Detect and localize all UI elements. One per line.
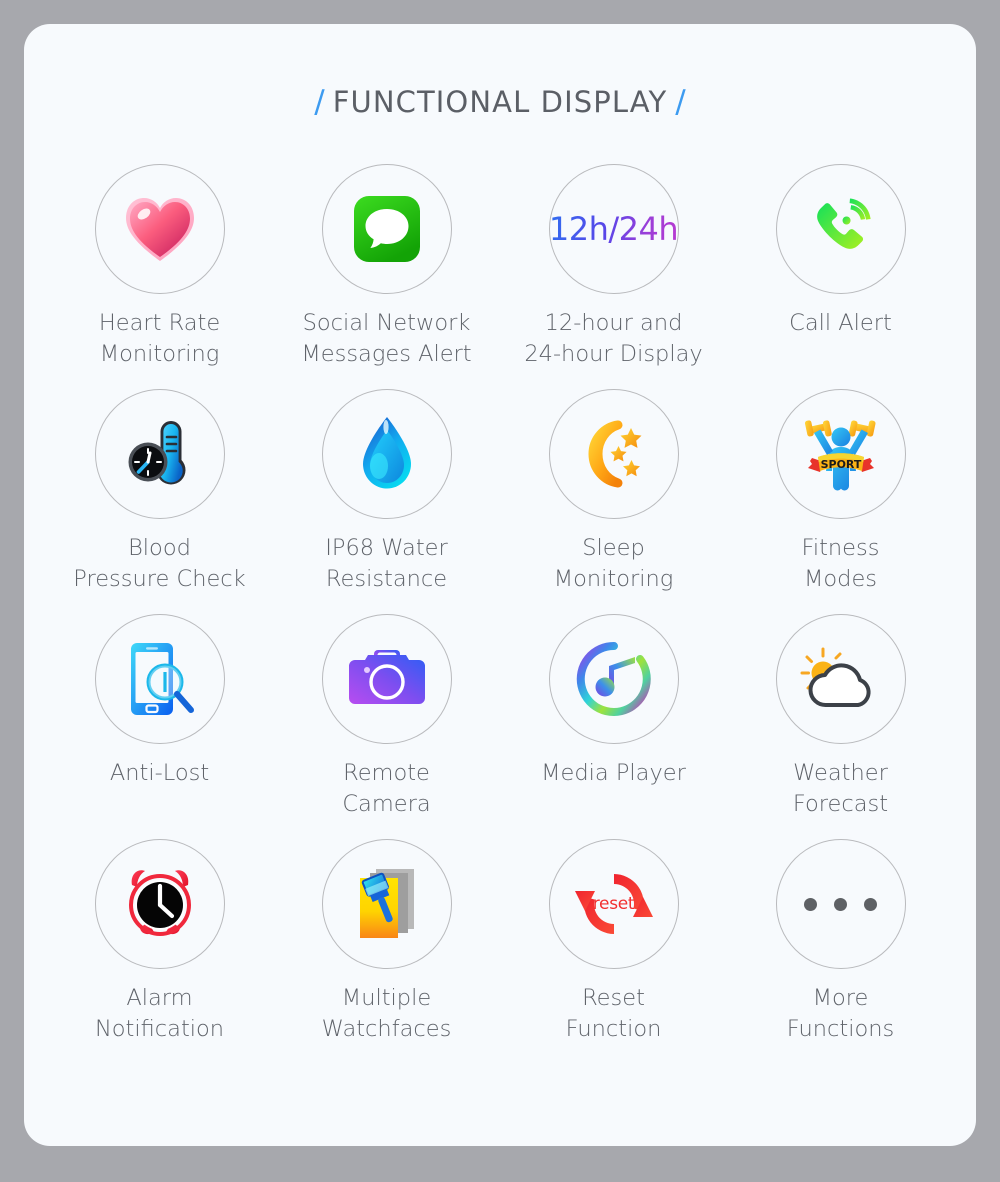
- feature-grid: Heart Rate Monitoring Social Network Mes…: [46, 164, 954, 1064]
- feature-item-call-alert[interactable]: Call Alert: [727, 164, 954, 389]
- icon-circle: [321, 839, 452, 969]
- title-slash-left: /: [314, 84, 325, 120]
- feature-item-water-resistance[interactable]: IP68 Water Resistance: [273, 389, 500, 614]
- feature-label: Remote Camera: [342, 760, 431, 818]
- feature-label: Heart Rate Monitoring: [98, 310, 221, 368]
- feature-item-blood-pressure[interactable]: Blood Pressure Check: [46, 389, 273, 614]
- feature-label: Fitness Modes: [801, 535, 880, 593]
- sport-athlete-icon: SPORT: [804, 420, 876, 491]
- ellipsis-icon: [804, 897, 877, 911]
- feature-item-sleep-monitoring[interactable]: Sleep Monitoring: [500, 389, 727, 614]
- feature-label: Blood Pressure Check: [73, 535, 246, 593]
- feature-card: / FUNCTIONAL DISPLAY / Heart Rate Monito…: [24, 24, 976, 1146]
- icon-circle: [775, 164, 906, 294]
- feature-item-more-functions[interactable]: More Functions: [727, 839, 954, 1064]
- feature-item-anti-lost[interactable]: Anti-Lost: [46, 614, 273, 839]
- thermometer-gauge-icon: [128, 421, 185, 485]
- feature-label: Anti-Lost: [109, 760, 210, 786]
- page-title: / FUNCTIONAL DISPLAY /: [24, 84, 976, 120]
- ellipsis-dot: [804, 897, 817, 911]
- feature-label: 12-hour and 24-hour Display: [524, 310, 703, 368]
- feature-item-social-messages[interactable]: Social Network Messages Alert: [273, 164, 500, 389]
- page-title-text: FUNCTIONAL DISPLAY: [332, 85, 668, 119]
- icon-circle: [94, 389, 225, 519]
- icon-circle: [94, 839, 225, 969]
- phone-magnifier-icon: [130, 643, 194, 715]
- icon-circle: 12h/24h: [548, 164, 679, 294]
- icon-circle: SPORT: [775, 389, 906, 519]
- feature-item-heart-rate[interactable]: Heart Rate Monitoring: [46, 164, 273, 389]
- alarm-clock-icon: [128, 870, 191, 936]
- water-drop-icon: [362, 417, 411, 489]
- feature-label: Sleep Monitoring: [553, 535, 674, 593]
- icon-circle: [775, 839, 906, 969]
- feature-label: More Functions: [786, 985, 895, 1043]
- feature-label: Social Network Messages Alert: [301, 310, 472, 368]
- camera-icon: [348, 650, 425, 704]
- feature-label: Weather Forecast: [792, 760, 889, 818]
- feature-item-weather-forecast[interactable]: Weather Forecast: [727, 614, 954, 839]
- icon-circle: [321, 614, 452, 744]
- reset-label: reset: [592, 894, 635, 914]
- icon-circle: [94, 614, 225, 744]
- feature-label: Multiple Watchfaces: [321, 985, 452, 1043]
- moon-stars-icon: [588, 420, 641, 488]
- feature-item-fitness-modes[interactable]: SPORT Fitness Modes: [727, 389, 954, 614]
- ellipsis-dot: [834, 897, 847, 911]
- music-note-ring-icon: [576, 641, 651, 716]
- heart-icon: [125, 198, 194, 261]
- icon-circle: [775, 614, 906, 744]
- feature-item-reset-function[interactable]: reset Reset Function: [500, 839, 727, 1064]
- sun-cloud-icon: [800, 647, 871, 708]
- functional-display-page: / FUNCTIONAL DISPLAY / Heart Rate Monito…: [0, 0, 1000, 1182]
- feature-item-media-player[interactable]: Media Player: [500, 614, 727, 839]
- title-slash-right: /: [675, 84, 686, 120]
- feature-label: Call Alert: [789, 310, 892, 336]
- icon-circle: [94, 164, 225, 294]
- icon-circle: [548, 389, 679, 519]
- feature-label: IP68 Water Resistance: [325, 535, 448, 593]
- feature-label: Media Player: [541, 760, 686, 786]
- watchface-brush-icon: [359, 869, 414, 938]
- feature-item-remote-camera[interactable]: Remote Camera: [273, 614, 500, 839]
- 12h-24h-text-icon: 12h/24h: [548, 210, 679, 248]
- icon-circle: [321, 164, 452, 294]
- feature-label: Alarm Notification: [94, 985, 225, 1043]
- icon-circle: [548, 614, 679, 744]
- sport-banner-text: SPORT: [820, 458, 861, 471]
- feature-label: Reset Function: [565, 985, 662, 1043]
- icon-circle: [321, 389, 452, 519]
- icon-circle: reset: [548, 839, 679, 969]
- ellipsis-dot: [864, 897, 877, 911]
- phone-call-icon: [816, 198, 871, 249]
- message-bubble-icon: [353, 196, 420, 262]
- feature-item-time-format[interactable]: 12h/24h 12-hour and 24-hour Display: [500, 164, 727, 389]
- feature-item-multiple-watchfaces[interactable]: Multiple Watchfaces: [273, 839, 500, 1064]
- feature-item-alarm-notification[interactable]: Alarm Notification: [46, 839, 273, 1064]
